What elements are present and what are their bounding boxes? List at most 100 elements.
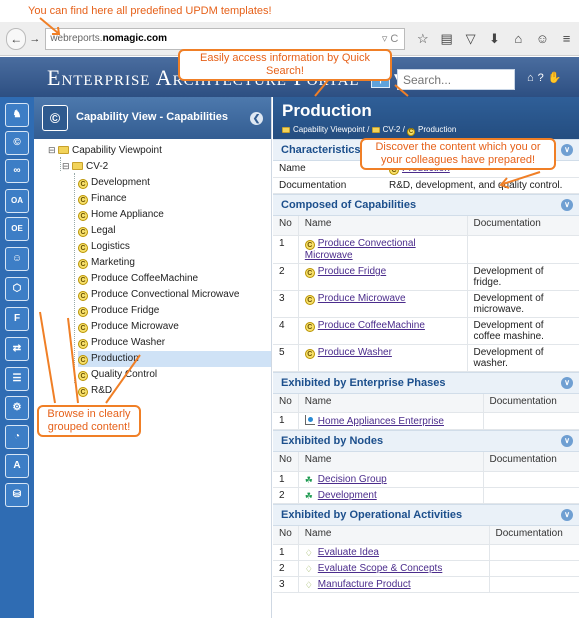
forward-button[interactable]: → — [28, 28, 41, 50]
tree-node-capability-viewpoint[interactable]: ⊟ Capability Viewpoint — [48, 142, 162, 158]
data-view-icon[interactable]: ⛁ — [5, 483, 29, 507]
capability-link[interactable]: Produce Washer — [318, 347, 392, 358]
tree-node-cv-2[interactable]: ⊟ CV-2 — [62, 158, 108, 174]
tree-item-label: Produce Convectional Microwave — [91, 289, 240, 300]
download-icon[interactable]: ⬇ — [488, 31, 501, 47]
section-toggle-icon[interactable]: ∨ — [561, 376, 573, 389]
tree-panel-title: Capability View - Capabilities — [76, 111, 229, 123]
collapse-icon[interactable]: ⊟ — [48, 142, 57, 158]
activity-link[interactable]: Evaluate Scope & Concepts — [318, 563, 443, 574]
section-title: Exhibited by Operational Activities — [281, 508, 463, 521]
operational-activity-view-icon[interactable]: OA — [5, 189, 29, 213]
breadcrumb-item[interactable]: CV-2 — [383, 125, 401, 134]
tree-item[interactable]: C Produce Fridge — [78, 303, 271, 319]
tree-item[interactable]: C Produce Microwave — [78, 319, 271, 335]
services-view-icon[interactable]: ☰ — [5, 367, 29, 391]
tree-item[interactable]: C Home Appliance — [78, 207, 271, 223]
table-row: 1 Home Appliances Enterprise — [273, 412, 579, 430]
collapse-icon[interactable]: ⊟ — [62, 158, 71, 174]
characteristic-value: R&D, development, and quality control. — [383, 177, 579, 194]
activity-link[interactable]: Evaluate Idea — [318, 547, 379, 558]
back-button[interactable]: ← — [6, 27, 27, 50]
capability-icon: C — [78, 339, 88, 349]
pocket-icon[interactable]: ▽ — [464, 31, 477, 47]
reload-icon[interactable]: ▿ C — [382, 32, 399, 45]
tree-item-selected[interactable]: C Production — [78, 351, 271, 367]
systems-view-icon[interactable]: ⬡ — [5, 277, 29, 301]
operational-activities-section-header[interactable]: Exhibited by Operational Activities ∨ — [273, 503, 579, 526]
bookmark-star-icon[interactable]: ☆ — [416, 31, 429, 47]
row-documentation — [482, 471, 579, 488]
reader-list-icon[interactable]: ▤ — [440, 31, 453, 47]
node-link[interactable]: Decision Group — [318, 474, 387, 485]
row-number: 1 — [273, 235, 299, 264]
row-name: Home Appliances Enterprise — [298, 412, 483, 430]
tree-item-label: Legal — [91, 225, 116, 236]
composed-capabilities-table: No Name Documentation 1 C Produce Convect… — [273, 216, 579, 372]
column-header-name: Name — [298, 452, 483, 472]
tree-item[interactable]: C Finance — [78, 191, 271, 207]
project-view-icon[interactable]: ◔ — [5, 425, 29, 449]
user-icon[interactable]: ✋ — [548, 72, 562, 84]
activity-link[interactable]: Manufacture Product — [318, 579, 411, 590]
exchange-view-icon[interactable]: ⇄ — [5, 337, 29, 361]
search-input[interactable] — [397, 69, 515, 90]
capability-icon: C — [78, 227, 88, 237]
section-title: Composed of Capabilities — [281, 199, 417, 211]
section-toggle-icon[interactable]: ∨ — [561, 508, 573, 521]
capability-view-icon[interactable]: © — [5, 131, 29, 155]
help-icon[interactable]: ? — [538, 72, 544, 84]
tree-item[interactable]: C Produce CoffeeMachine — [78, 271, 271, 287]
column-header-documentation: Documentation — [482, 452, 579, 472]
tree-item[interactable]: C Development — [78, 175, 271, 191]
tree-item-label: Production — [91, 353, 139, 364]
section-toggle-icon[interactable]: ∨ — [561, 435, 573, 447]
breadcrumb-item[interactable]: Capability Viewpoint — [293, 125, 365, 134]
enterprise-phase-link[interactable]: Home Appliances Enterprise — [318, 416, 444, 427]
strategic-view-icon[interactable]: ∞ — [5, 159, 29, 183]
tree-item[interactable]: C Quality Control — [78, 367, 271, 383]
capability-icon: C — [78, 355, 88, 365]
row-name: ♢ Evaluate Scope & Concepts — [298, 560, 489, 577]
composed-capabilities-section-header[interactable]: Composed of Capabilities ∨ — [273, 194, 579, 216]
address-bar[interactable]: webreports. nomagic.com ▿ C — [45, 27, 406, 50]
row-name: C Produce Fridge — [298, 263, 467, 291]
capability-icon: C — [78, 291, 88, 301]
capability-link[interactable]: Produce Microwave — [318, 293, 406, 304]
nodes-section-header[interactable]: Exhibited by Nodes ∨ — [273, 430, 579, 452]
home-icon[interactable]: ⌂ — [512, 31, 525, 46]
templates-callout: You can find here all predefined UPDM te… — [28, 5, 272, 17]
portal-home-icon[interactable]: ⌂ — [527, 72, 534, 84]
tree-item[interactable]: C Produce Convectional Microwave — [78, 287, 271, 303]
row-name: ☘ Development — [298, 487, 483, 504]
tree-node-label: Capability Viewpoint — [72, 145, 162, 156]
menu-icon[interactable]: ≡ — [560, 31, 573, 46]
table-row: 3 ♢ Manufacture Product — [273, 576, 579, 593]
chat-icon[interactable]: ☺ — [536, 31, 549, 46]
table-header-row: No Name Documentation — [273, 393, 579, 413]
tree-item[interactable]: C Logistics — [78, 239, 271, 255]
tree-item-label: Produce Fridge — [91, 305, 160, 316]
capability-link[interactable]: Produce Convectional Microwave — [305, 238, 416, 261]
functions-view-icon[interactable]: F — [5, 307, 29, 331]
tree-item-label: Marketing — [91, 257, 135, 268]
tree-item[interactable]: C Produce Washer — [78, 335, 271, 351]
acquisition-view-icon[interactable]: A — [5, 454, 29, 478]
tree-item[interactable]: C Legal — [78, 223, 271, 239]
operational-event-view-icon[interactable]: OE — [5, 217, 29, 241]
row-number: 2 — [273, 487, 299, 504]
collapse-panel-chevron-icon[interactable]: ❮ — [250, 112, 263, 125]
capability-link[interactable]: Produce Fridge — [318, 266, 386, 277]
capability-icon: C — [78, 387, 88, 397]
settings-view-icon[interactable]: ⚙ — [5, 396, 29, 420]
tree-item[interactable]: C R&D — [78, 383, 271, 399]
enterprise-phases-section-header[interactable]: Exhibited by Enterprise Phases ∨ — [273, 371, 579, 394]
characteristic-label: Documentation — [273, 177, 383, 194]
organization-view-icon[interactable]: ☺ — [5, 247, 29, 271]
all-views-icon[interactable]: ♞ — [5, 103, 29, 127]
capability-link[interactable]: Produce CoffeeMachine — [318, 320, 425, 331]
tree-item[interactable]: C Marketing — [78, 255, 271, 271]
section-toggle-icon[interactable]: ∨ — [561, 144, 573, 156]
section-toggle-icon[interactable]: ∨ — [561, 199, 573, 211]
node-link[interactable]: Development — [318, 490, 377, 501]
